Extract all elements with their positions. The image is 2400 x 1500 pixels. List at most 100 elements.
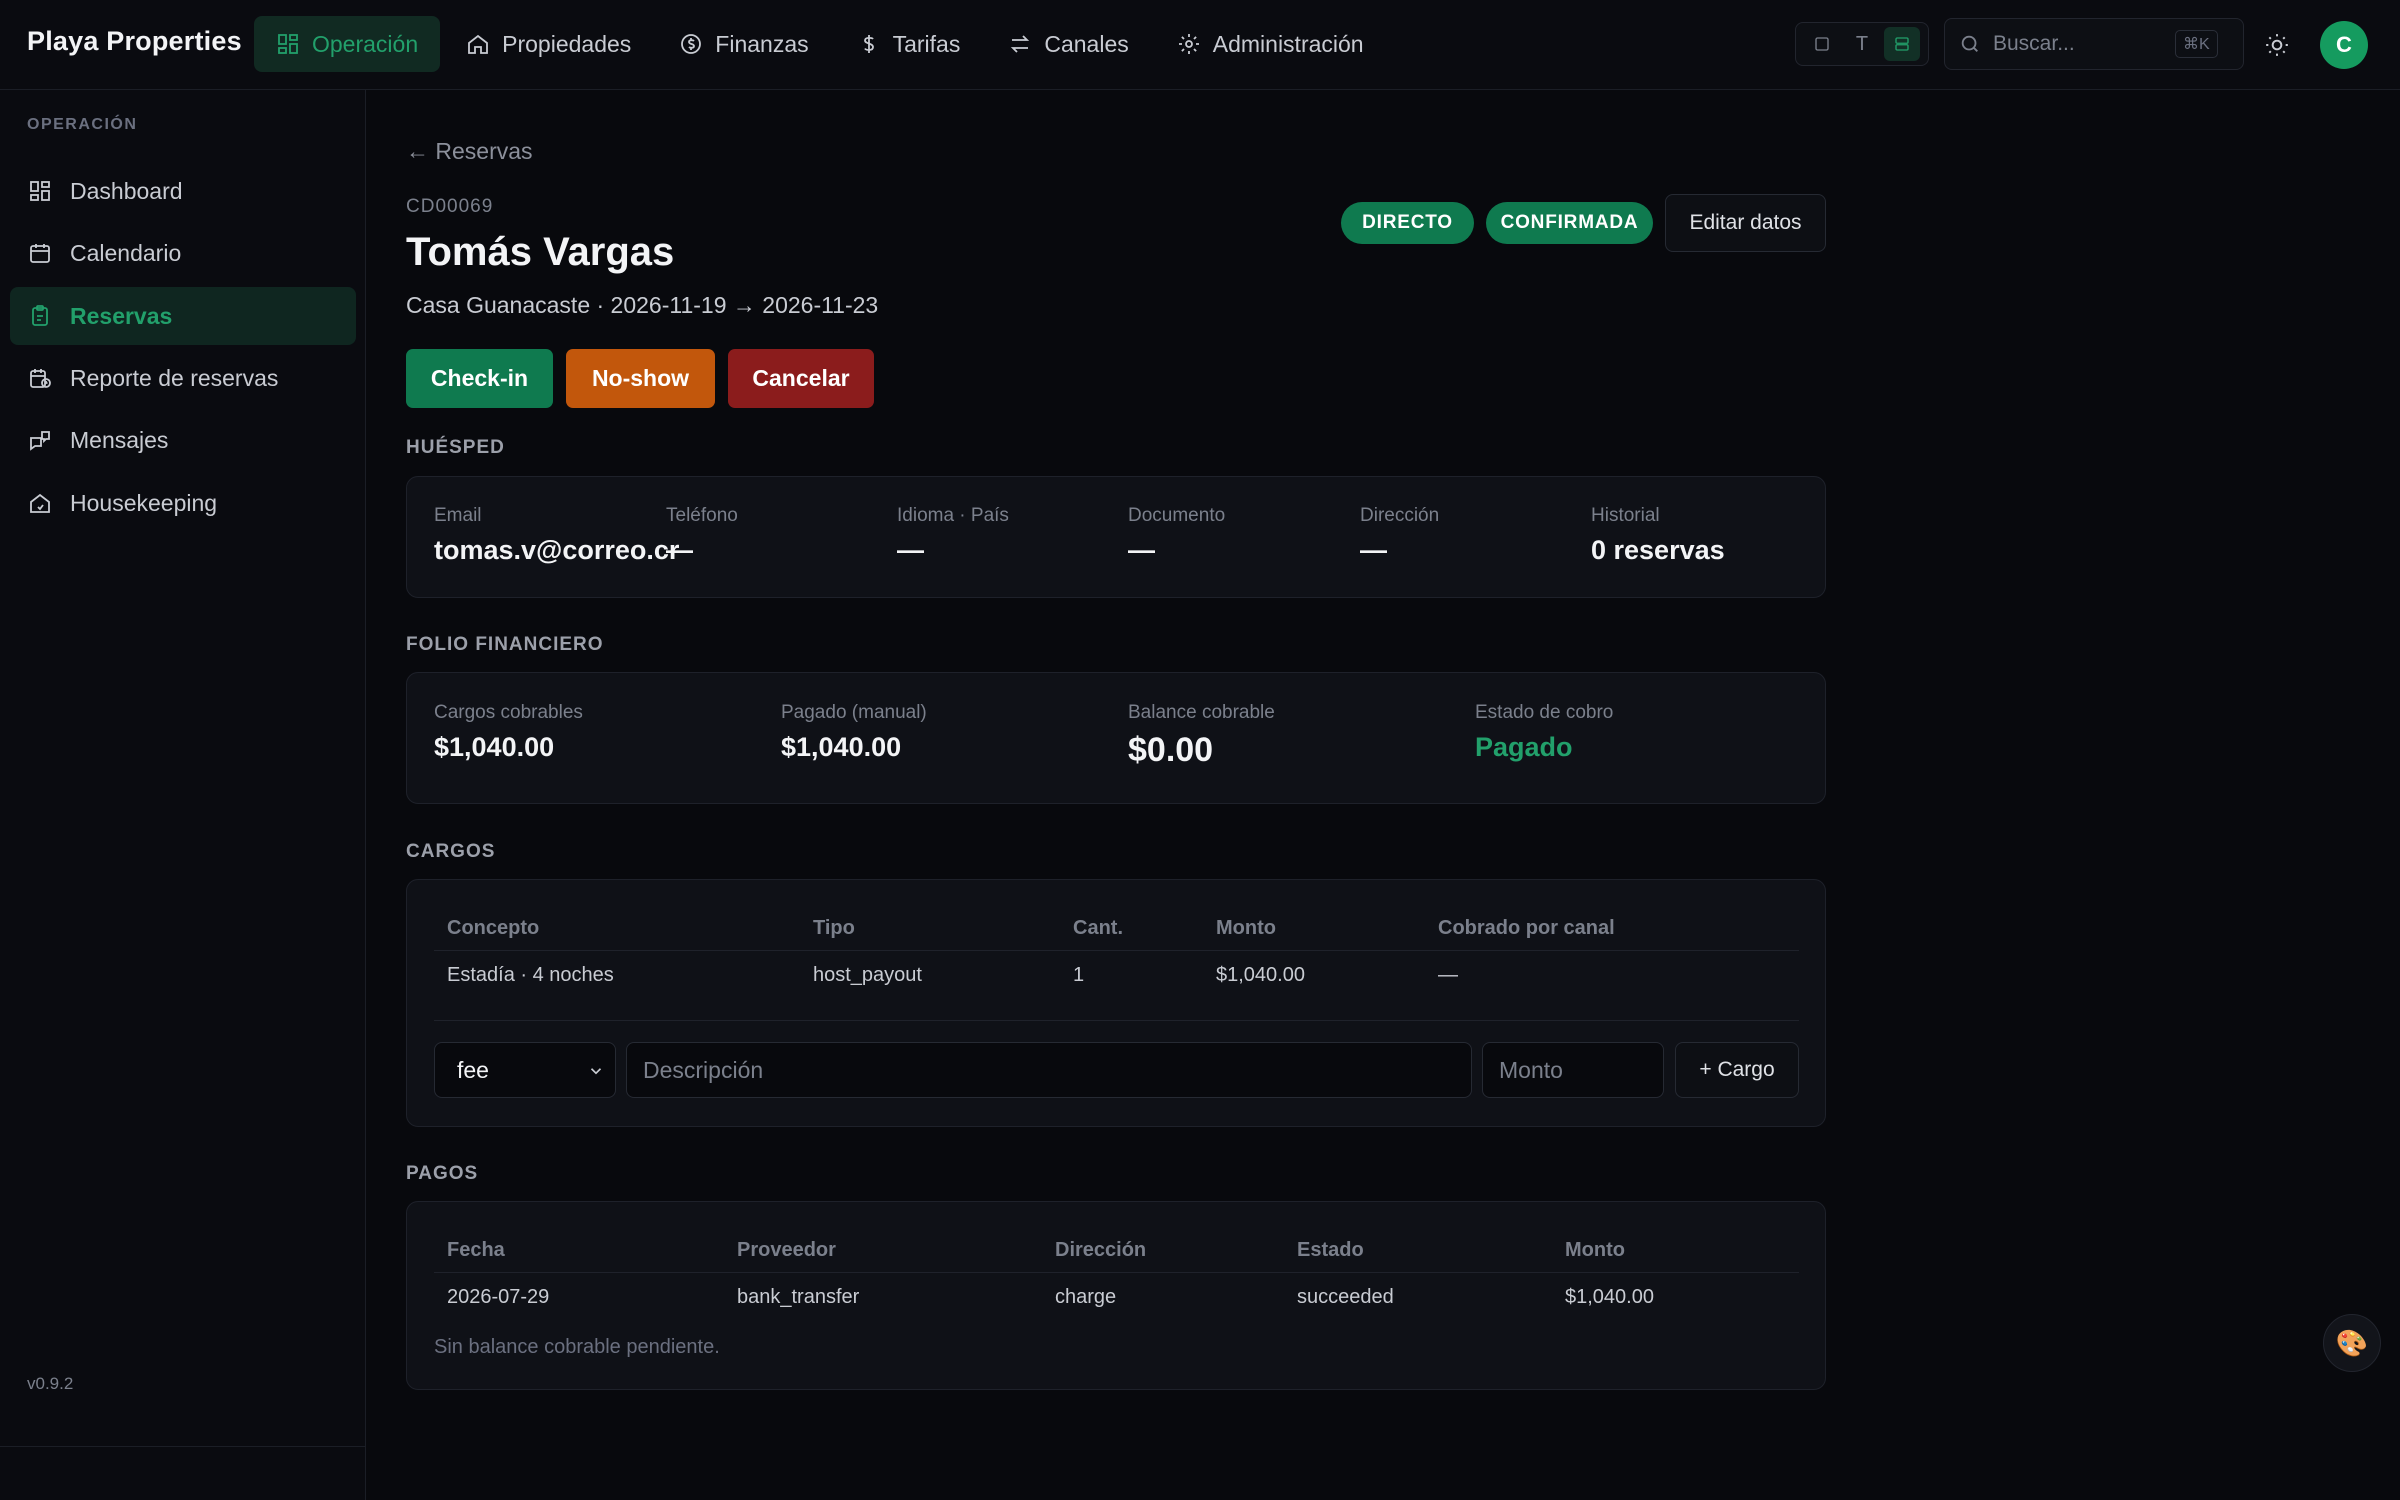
table-cell: 2026-07-29: [447, 1286, 550, 1308]
noshow-button[interactable]: No-show: [566, 349, 715, 408]
nav-tarifas[interactable]: Tarifas: [835, 16, 983, 72]
sidebar-item-dashboard[interactable]: Dashboard: [10, 162, 356, 220]
table-cell: succeeded: [1297, 1286, 1394, 1308]
square-icon: [1815, 37, 1829, 51]
charges-header-concept: Concepto: [447, 917, 540, 939]
sidebar-item-calendario[interactable]: Calendario: [10, 224, 356, 282]
history-value: 0 reservas: [1591, 535, 1725, 565]
palette-icon: 🎨: [2335, 1327, 2369, 1358]
rows-icon: [1895, 37, 1909, 51]
sidebar-item-label: Reservas: [70, 302, 173, 329]
table-cell: bank_transfer: [737, 1286, 860, 1308]
nav-operacion[interactable]: Operación: [254, 16, 441, 72]
payments-header-direction: Dirección: [1055, 1239, 1147, 1261]
nav-label: Canales: [1044, 30, 1129, 57]
shortcut-hint: ⌘K: [2175, 30, 2218, 58]
brand-logo[interactable]: Playa Properties: [27, 26, 242, 57]
page-title: Tomás Vargas: [406, 230, 675, 274]
edit-data-button[interactable]: Editar datos: [1665, 194, 1826, 252]
add-charge-button[interactable]: + Cargo: [1675, 1042, 1799, 1098]
charges-section-title: CARGOS: [406, 841, 496, 862]
nav-label: Administración: [1212, 30, 1364, 57]
search-box[interactable]: ⌘K: [1944, 18, 2244, 70]
channel-badge: DIRECTO: [1341, 202, 1474, 244]
charge-type-select[interactable]: fee: [434, 1042, 616, 1098]
sidebar-footer: [0, 1446, 366, 1500]
balance-value: $0.00: [1128, 731, 1214, 769]
history-label: Historial: [1591, 505, 1660, 526]
nav-propiedades[interactable]: Propiedades: [444, 16, 653, 72]
palette-button[interactable]: 🎨: [2323, 1314, 2381, 1372]
top-nav: Operación Propiedades Finanzas Tarifas C…: [254, 16, 1390, 72]
nav-canales[interactable]: Canales: [986, 16, 1150, 72]
home-icon: [468, 34, 489, 54]
sidebar-item-reservas[interactable]: Reservas: [10, 287, 356, 345]
sidebar-item-mensajes[interactable]: Mensajes: [10, 411, 356, 469]
paid-value: $1,040.00: [781, 732, 902, 762]
checkin-button[interactable]: Check-in: [406, 349, 553, 408]
reservation-code: CD00069: [406, 196, 494, 217]
payments-section-title: PAGOS: [406, 1163, 479, 1184]
collection-status-value: Pagado: [1475, 732, 1573, 762]
document-label: Documento: [1128, 505, 1226, 526]
sidebar-item-label: Mensajes: [70, 426, 169, 453]
calendar-report-icon: [30, 369, 51, 388]
view-text-button[interactable]: T: [1844, 27, 1880, 61]
table-cell: —: [1438, 964, 1458, 986]
paid-label: Pagado (manual): [781, 702, 927, 723]
charge-description-input[interactable]: [626, 1042, 1472, 1098]
collection-status-label: Estado de cobro: [1475, 702, 1614, 723]
theme-toggle-button[interactable]: [2258, 26, 2296, 64]
back-to-reservas-link[interactable]: ← Reservas: [406, 138, 533, 165]
cancel-button[interactable]: Cancelar: [728, 349, 874, 408]
messages-icon: [30, 431, 50, 451]
payments-note: Sin balance cobrable pendiente.: [434, 1336, 720, 1358]
gear-icon: [1178, 34, 1199, 54]
dollar-icon: [863, 35, 874, 53]
top-bar: Playa Properties Operación Propiedades F…: [0, 0, 2400, 90]
charges-header-qty: Cant.: [1073, 917, 1123, 939]
sidebar-item-label: Reporte de reservas: [70, 364, 279, 391]
table-cell: charge: [1055, 1286, 1117, 1308]
sun-icon: [2266, 34, 2288, 56]
folio-section-title: FOLIO FINANCIERO: [406, 634, 604, 655]
sidebar-item-housekeeping[interactable]: Housekeeping: [10, 474, 356, 532]
charges-header-channel: Cobrado por canal: [1438, 917, 1615, 939]
sidebar-item-label: Calendario: [70, 239, 182, 266]
address-value: —: [1360, 535, 1387, 565]
email-label: Email: [434, 505, 482, 526]
charges-value: $1,040.00: [434, 732, 555, 762]
payments-header-status: Estado: [1297, 1239, 1364, 1261]
nav-finanzas[interactable]: Finanzas: [657, 16, 830, 72]
table-cell: 1: [1073, 964, 1085, 986]
payments-header-date: Fecha: [447, 1239, 505, 1261]
chevron-down-icon: [590, 1068, 602, 1075]
table-cell: Estadía · 4 noches: [447, 964, 614, 986]
arrows-icon: [1011, 35, 1030, 53]
table-divider: [434, 1020, 1799, 1021]
language-value: —: [897, 535, 924, 565]
dashboard-icon: [30, 181, 50, 201]
table-cell: $1,040.00: [1565, 1286, 1654, 1308]
view-square-button[interactable]: [1804, 27, 1840, 61]
payments-header-amount: Monto: [1565, 1239, 1625, 1261]
search-input[interactable]: [1993, 32, 2163, 56]
charges-header-type: Tipo: [813, 917, 855, 939]
nav-label: Propiedades: [502, 30, 632, 57]
sidebar-item-reporte[interactable]: Reporte de reservas: [10, 349, 356, 407]
app-version: v0.9.2: [27, 1374, 74, 1393]
user-avatar[interactable]: C: [2320, 21, 2368, 69]
table-cell: $1,040.00: [1216, 964, 1305, 986]
nav-label: Tarifas: [892, 30, 961, 57]
charge-type-value: fee: [457, 1056, 489, 1083]
status-badge: CONFIRMADA: [1486, 202, 1653, 244]
reservation-subline: Casa Guanacaste · 2026-11-19 → 2026-11-2…: [406, 292, 879, 318]
folio-card: [406, 672, 1826, 804]
view-toggle: T: [1795, 22, 1929, 66]
nav-administracion[interactable]: Administración: [1155, 16, 1386, 72]
nav-label: Finanzas: [715, 30, 809, 57]
sidebar-section-title: OPERACIÓN: [27, 116, 138, 133]
phone-label: Teléfono: [666, 505, 738, 526]
charge-amount-input[interactable]: [1482, 1042, 1664, 1098]
view-rows-button[interactable]: [1884, 27, 1920, 61]
